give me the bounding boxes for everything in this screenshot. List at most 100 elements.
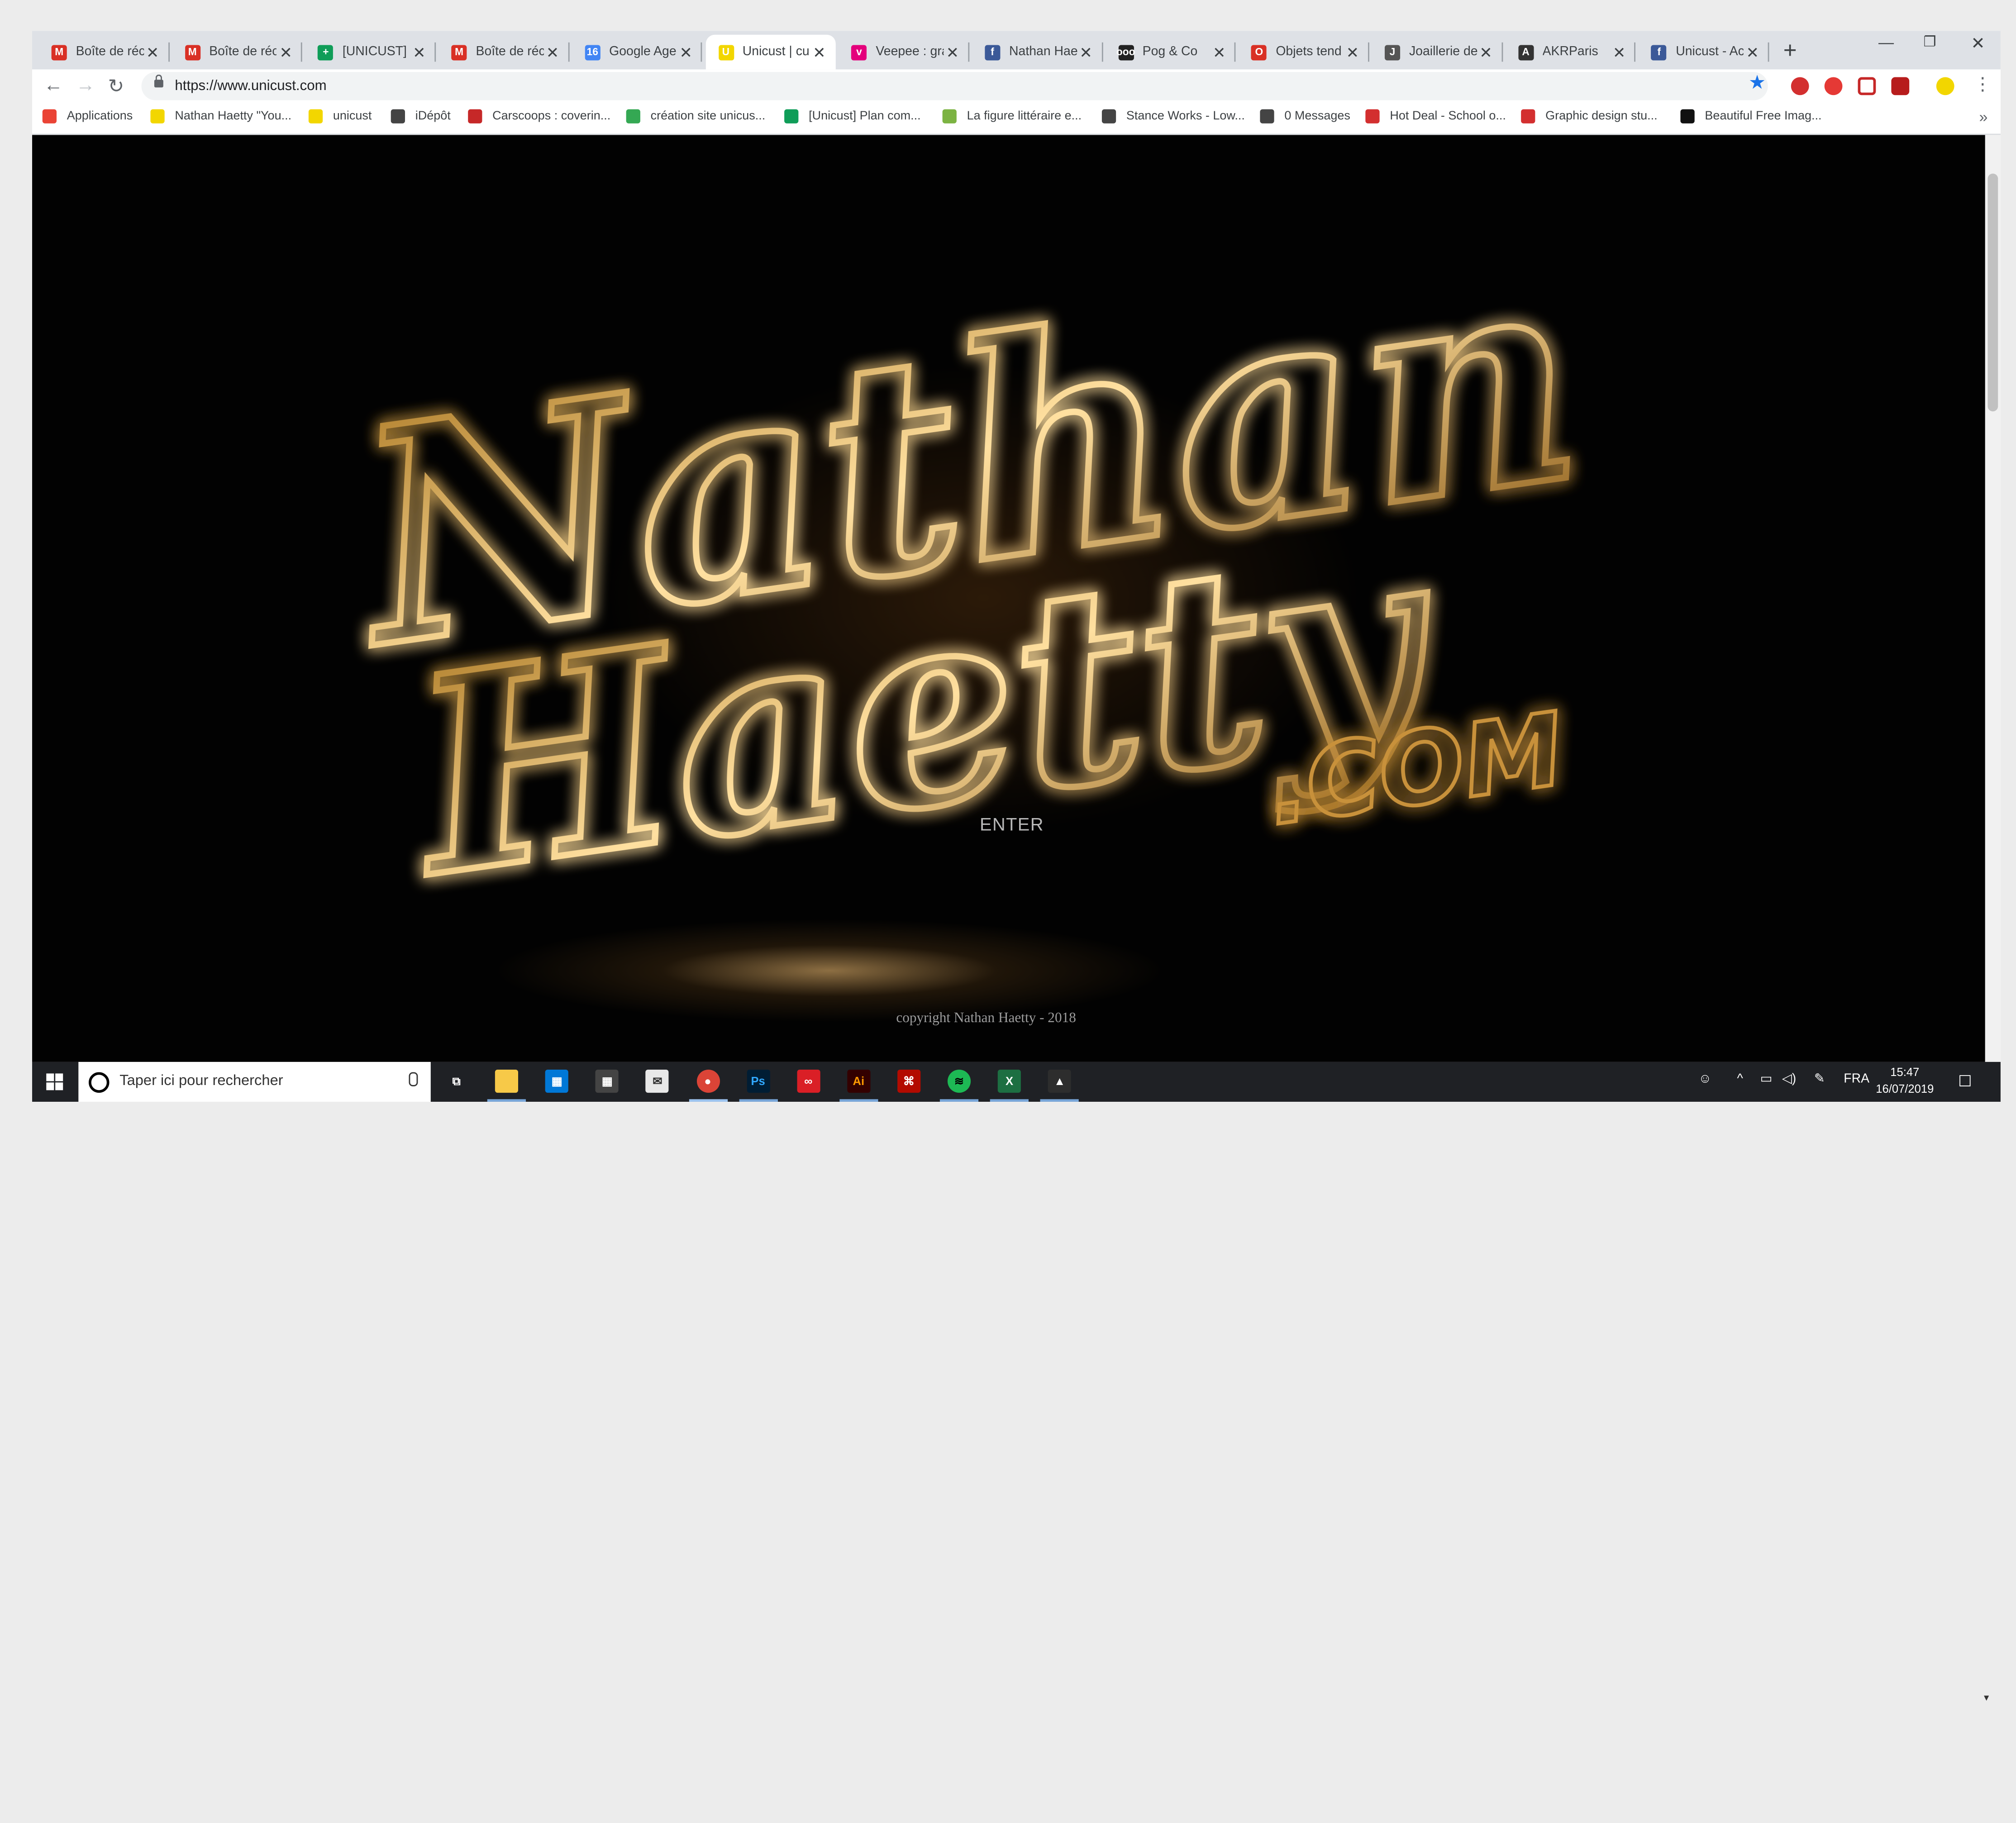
tab-6[interactable]: v Veepee : gra ✕	[839, 35, 969, 70]
tab-separator	[1501, 42, 1503, 62]
new-tab-button[interactable]: +	[1783, 37, 1797, 64]
tab-title: Boîte de réc	[209, 45, 277, 59]
tab-1[interactable]: M Boîte de réc ✕	[172, 35, 303, 70]
tab-close-icon[interactable]: ✕	[143, 43, 162, 61]
address-bar[interactable]: https://www.unicust.com	[141, 72, 1768, 100]
bookmark-item[interactable]: Applications	[42, 109, 133, 124]
tab-close-icon[interactable]: ✕	[1610, 43, 1628, 61]
restore-button[interactable]: ❐	[1923, 33, 1936, 50]
extension-red-icon[interactable]	[1824, 77, 1843, 95]
bookmark-favicon-icon	[942, 109, 957, 124]
menu-icon[interactable]: ⋮	[1973, 73, 1992, 95]
tab-8[interactable]: ooo Pog & Co ✕	[1105, 35, 1236, 70]
bookmark-item[interactable]: La figure littéraire e...	[942, 109, 1082, 124]
spotify-icon[interactable]: ≋	[947, 1069, 971, 1093]
tab-12[interactable]: f Unicust - Ac ✕	[1639, 35, 1769, 70]
bookmark-item[interactable]: Graphic design stu...	[1521, 109, 1658, 124]
windows-start-icon[interactable]	[46, 1073, 63, 1090]
bookmark-item[interactable]: [Unicust] Plan com...	[784, 109, 921, 124]
bookmark-item[interactable]: unicust	[308, 109, 372, 124]
show-hidden-icons-icon[interactable]: ^	[1737, 1072, 1743, 1086]
tab-9[interactable]: O Objets tend ✕	[1239, 35, 1369, 70]
bookmark-item[interactable]: Nathan Haetty "You...	[150, 109, 291, 124]
bookmark-item[interactable]: iDépôt	[391, 109, 451, 124]
tab-separator	[1635, 42, 1636, 62]
bookmark-label: création site unicus...	[650, 109, 766, 124]
file-explorer-icon[interactable]	[495, 1069, 519, 1093]
minimize-button[interactable]: —	[1878, 33, 1894, 52]
chrome-icon[interactable]: ●	[696, 1069, 720, 1093]
tab-separator	[701, 42, 703, 62]
tab-close-icon[interactable]: ✕	[677, 43, 695, 61]
illustrator-icon[interactable]: Ai	[847, 1069, 870, 1093]
task-view-icon[interactable]: ⧉	[445, 1070, 468, 1093]
bookmark-item[interactable]: Beautiful Free Imag...	[1680, 109, 1821, 124]
pocket-extension-icon[interactable]	[1858, 77, 1876, 95]
bookmark-favicon-icon	[1365, 109, 1380, 124]
mail-icon[interactable]: ✉	[646, 1069, 669, 1093]
tab-close-icon[interactable]: ✕	[1744, 43, 1762, 61]
tab-10[interactable]: J Joaillerie de ✕	[1372, 35, 1503, 70]
people-icon[interactable]: ☺	[1698, 1072, 1711, 1086]
nathan-haetty-logo[interactable]: Nathan Haetty .COM	[32, 135, 1985, 1062]
tab-close-icon[interactable]: ✕	[410, 43, 429, 61]
scroll-down-icon[interactable]: ▾	[1984, 1692, 1989, 1704]
tab-close-icon[interactable]: ✕	[810, 43, 828, 61]
store-icon[interactable]: ▦	[545, 1069, 569, 1093]
back-button[interactable]: ←	[44, 75, 63, 96]
tab-2[interactable]: + [UNICUST] C✕	[305, 35, 436, 70]
excel-icon[interactable]: X	[998, 1069, 1021, 1093]
bookmark-item[interactable]: Carscoops : coverin...	[468, 109, 610, 124]
url-text: https://www.unicust.com	[175, 78, 327, 94]
tab-close-icon[interactable]: ✕	[1477, 43, 1495, 61]
calculator-icon[interactable]: ▦	[596, 1069, 619, 1093]
close-window-button[interactable]: ✕	[1971, 33, 1985, 54]
bookmark-item[interactable]: Hot Deal - School o...	[1365, 109, 1506, 124]
photos-icon[interactable]: ▲	[1048, 1069, 1072, 1093]
bookmarks-overflow-icon[interactable]: »	[1979, 108, 1987, 126]
tab-11[interactable]: A AKRParis ✕	[1505, 35, 1636, 70]
tab-0[interactable]: M Boîte de réc ✕	[38, 35, 170, 70]
tab-title: AKRParis	[1542, 45, 1598, 59]
tab-close-icon[interactable]: ✕	[543, 43, 562, 61]
tab-4[interactable]: 16 Google Age ✕	[572, 35, 703, 70]
gmail-icon: M	[51, 44, 67, 60]
tab-close-icon[interactable]: ✕	[1210, 43, 1228, 61]
scrollbar-thumb[interactable]	[1987, 173, 1998, 412]
tab-close-icon[interactable]: ✕	[944, 43, 962, 61]
bookmarks-bar: » Applications Nathan Haetty "You... unicu…	[32, 103, 2001, 135]
acrobat-extension-icon[interactable]	[1891, 77, 1910, 95]
forward-button[interactable]: →	[76, 75, 95, 96]
photoshop-icon[interactable]: Ps	[746, 1069, 770, 1093]
cortana-icon	[89, 1072, 110, 1093]
tab-5[interactable]: U Unicust | cu ✕	[705, 34, 836, 70]
bookmark-item[interactable]: 0 Messages	[1260, 109, 1350, 124]
microphone-icon[interactable]	[409, 1072, 418, 1086]
bookmark-item[interactable]: création site unicus...	[626, 109, 766, 124]
pen-icon[interactable]: ✎	[1814, 1072, 1825, 1086]
taskbar-search-box[interactable]: Taper ici pour rechercher	[78, 1061, 431, 1102]
tab-3[interactable]: M Boîte de réc ✕	[438, 35, 570, 70]
action-center-icon[interactable]: ☐	[1958, 1072, 1972, 1090]
acrobat-icon[interactable]: ⌘	[897, 1069, 920, 1093]
creative-cloud-icon[interactable]: ∞	[796, 1069, 820, 1093]
enter-link[interactable]: ENTER	[980, 814, 1044, 834]
tab-close-icon[interactable]: ✕	[277, 43, 295, 61]
language-indicator[interactable]: FRA	[1844, 1072, 1869, 1086]
system-clock[interactable]: 15:47 16/07/2019	[1876, 1065, 1934, 1098]
bookmark-label: [Unicust] Plan com...	[809, 109, 921, 124]
tab-7[interactable]: f Nathan Hae ✕	[972, 35, 1103, 70]
network-icon[interactable]: ▭	[1760, 1072, 1773, 1086]
tab-close-icon[interactable]: ✕	[1077, 43, 1095, 61]
profile-avatar[interactable]	[1936, 77, 1954, 95]
jewel-icon: J	[1384, 44, 1401, 60]
bookmark-label: Applications	[67, 109, 133, 124]
tab-title: Unicust | cu	[742, 45, 810, 59]
tab-close-icon[interactable]: ✕	[1344, 43, 1362, 61]
volume-icon[interactable]: ◁)	[1782, 1072, 1796, 1086]
adblock-extension-icon[interactable]	[1791, 77, 1809, 95]
bookmark-item[interactable]: Stance Works - Low...	[1101, 109, 1245, 124]
search-placeholder: Taper ici pour rechercher	[119, 1073, 283, 1089]
vertical-scrollbar[interactable]	[1985, 135, 2001, 1062]
reload-button[interactable]: ↻	[108, 75, 124, 98]
